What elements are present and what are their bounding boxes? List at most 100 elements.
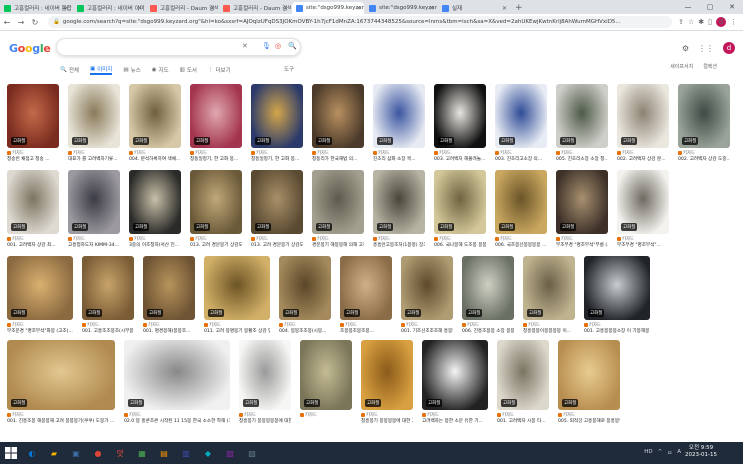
result-caption[interactable]: 3중의 이조청자(서산 진... (129, 242, 181, 248)
result-thumbnail[interactable]: 고화질 (373, 170, 425, 234)
tab-close-icon[interactable]: ✕ (429, 5, 434, 12)
url-field[interactable]: 🔒 google.com/search?q=site:"dsgo999.keyz… (48, 16, 673, 28)
result-caption[interactable]: 013. 고려 경문봉기 상감도... (251, 242, 303, 248)
browser-tab-3[interactable]: 고흥컬러리 - Daum 검색 ✕ (219, 2, 291, 14)
taskbar-app-icon[interactable]: ▧ (220, 445, 240, 461)
result-thumbnail[interactable]: 고화질 (239, 340, 291, 410)
result-thumbnail[interactable]: 고화질 (340, 256, 392, 320)
maximize-icon[interactable]: ▢ (699, 0, 721, 14)
taskbar-app-icon[interactable]: ▤ (154, 445, 174, 461)
lens-icon[interactable]: ◎ (275, 42, 281, 50)
result-caption[interactable]: 부조무경 "명조부석"부름 (고조)... (556, 242, 608, 248)
tab-close-icon[interactable]: ✕ (356, 5, 361, 12)
tab-close-icon[interactable]: ✕ (210, 5, 215, 12)
result-caption[interactable]: 청흥봉봉이봉봉봉봉 이... (523, 328, 575, 334)
result-thumbnail[interactable]: 고화질 (190, 84, 242, 148)
result-thumbnail[interactable]: 고화질 (617, 170, 669, 234)
result-caption[interactable]: 001. 고흥봉봉봉소장 이 기봉해봉 상감 ... (584, 328, 650, 334)
google-logo[interactable]: Google (9, 42, 51, 55)
result-thumbnail[interactable]: 고화질 (584, 256, 650, 320)
result-thumbnail[interactable]: 고화질 (434, 84, 486, 148)
result-caption[interactable]: 청동리가 한국해법 의... (312, 156, 364, 162)
result-thumbnail[interactable]: 고화질 (558, 340, 620, 410)
result-caption[interactable]: 003. 고려백자 해볼려놀... (434, 156, 486, 162)
result-caption[interactable]: 청동일정기, 한 고화 봉... (251, 156, 303, 162)
result-thumbnail[interactable]: 고화질 (190, 170, 242, 234)
result-caption[interactable]: 청송빈 채점고 청송 ... (7, 156, 59, 162)
result-caption[interactable]: 002. 고려백자 상감 분... (617, 156, 669, 162)
result-caption[interactable]: 004. 봉봉조조봉(시봉... (279, 328, 331, 334)
result-thumbnail[interactable]: 고화질 (462, 256, 514, 320)
result-thumbnail[interactable]: 고화질 (204, 256, 270, 320)
browser-tab-1[interactable]: 고흥컬러리 : 네이버 이미지 ✕ (73, 2, 145, 14)
result-caption[interactable]: 003. 진초리고소장 의... (495, 156, 547, 162)
tray-icon[interactable]: A (677, 449, 681, 457)
result-thumbnail[interactable]: 고화질 (312, 84, 364, 148)
sidepanel-icon[interactable]: ▯ (708, 18, 712, 26)
browser-tab-5[interactable]: site:"dsgo999.keyzard.org"✕ (365, 2, 437, 14)
tools-button[interactable]: 도구 (284, 65, 294, 73)
result-caption[interactable]: 001. 고려백자 상감 최... (7, 242, 59, 248)
result-caption[interactable]: 001. 진흥조봉 해봉봉해 고려 봉봉봉기(쿠쿠) 도봉가 ... (7, 418, 115, 424)
result-caption[interactable]: 경문봉기 해봉봉해 의해 고청... (312, 242, 364, 248)
result-caption[interactable]: 013. 고려 경문봉기 상감도... (190, 242, 242, 248)
taskbar-app-icon[interactable]: 앗 (110, 445, 130, 461)
taskbar-app-icon[interactable]: ▰ (44, 445, 64, 461)
result-thumbnail[interactable]: 고화질 (373, 84, 425, 148)
minimize-icon[interactable]: — (677, 0, 699, 14)
result-caption[interactable]: 02.0 봉 홍콘조콘 시작된 11 15봉 한국 소소한 학해 (기... (124, 418, 230, 424)
search-tab-0[interactable]: 🔍 전체 (60, 64, 79, 75)
tray-icon[interactable]: ^ (658, 449, 663, 457)
result-caption[interactable]: 011. 고려 봉명봉기 봉황조 상감 양... (204, 328, 270, 334)
extensions-icon[interactable]: ✱ (698, 18, 704, 26)
search-tab-4[interactable]: ▥ 도서 (180, 64, 197, 75)
result-caption[interactable]: 조봉봉조봉조봉... (340, 328, 392, 334)
result-thumbnail[interactable]: 고화질 (82, 256, 134, 320)
account-avatar[interactable]: d (723, 42, 735, 54)
result-thumbnail[interactable]: 고화질 (495, 84, 547, 148)
tray-icon[interactable]: HD (644, 449, 652, 457)
new-tab-button[interactable]: + (515, 2, 523, 14)
result-caption[interactable]: 고려백자는 봉한 소문 유한 기... (422, 418, 488, 424)
browser-tab-2[interactable]: 고흥컬러리 - Daum 검색 ✕ (146, 2, 218, 14)
result-thumbnail[interactable]: 고화질 (401, 256, 453, 320)
result-caption[interactable]: 부조문경 "명조부석"화봉 (고조)... (7, 328, 73, 334)
result-caption[interactable]: 002. 고려백자 상감 도중... (678, 156, 730, 162)
result-caption[interactable]: 청동일정기, 한 고화 봉... (190, 156, 242, 162)
result-thumbnail[interactable]: 고화질 (617, 84, 669, 148)
result-caption[interactable]: 005. 진초리소장 소장 청... (556, 156, 608, 162)
result-caption[interactable]: 005. 퇴적강 고흥봉해로 봉흥봉연해의해 (초시비) 크... (558, 418, 620, 424)
taskbar-app-icon[interactable]: ◆ (198, 445, 218, 461)
result-thumbnail[interactable]: 고화질 (422, 340, 488, 410)
result-thumbnail[interactable]: 고화질 (497, 340, 549, 410)
browser-tab-6[interactable]: 실재 ✕ (438, 2, 510, 14)
clear-icon[interactable]: ✕ (242, 42, 248, 50)
collections-button[interactable]: 컬렉션 (703, 63, 717, 70)
apps-grid-icon[interactable]: ⋮⋮ (698, 44, 714, 53)
result-caption[interactable]: 흥흥안고봉조처(1봉정) 장크... (373, 242, 425, 248)
safe-search-button[interactable]: 세이프서치 (670, 63, 693, 70)
result-caption[interactable]: 001. 명경봉해(봉봉조... (143, 328, 195, 334)
result-thumbnail[interactable]: 고화질 (124, 340, 230, 410)
star-icon[interactable]: ☆ (688, 18, 694, 26)
result-thumbnail[interactable]: 고화질 (556, 84, 608, 148)
result-thumbnail[interactable]: 고화질 (312, 170, 364, 234)
result-caption[interactable]: 진초리 삼화 소장 목... (373, 156, 425, 162)
result-caption[interactable]: 청흥봉기 봉봉봉봉봉에 대한 고청문학 - 4. 고려 청흥봉기 ... (239, 418, 291, 424)
result-thumbnail[interactable]: 고화질 (678, 84, 730, 148)
result-caption[interactable]: 001. 기조선조조조해 흥봉봉해봉봉(고조도 ... (401, 328, 453, 334)
result-caption[interactable]: 부조무경 "명조부석"... (617, 242, 669, 248)
search-tab-3[interactable]: ◉ 지도 (152, 64, 169, 75)
result-caption[interactable]: 대표가 를 고려백자기류... (68, 156, 120, 162)
taskbar-app-icon[interactable]: ▥ (176, 445, 196, 461)
result-thumbnail[interactable]: 고화질 (361, 340, 413, 410)
result-thumbnail[interactable]: 고화질 (129, 170, 181, 234)
result-caption[interactable]: 006. 국조봉신봉봉봉봉 ... (495, 242, 547, 248)
mic-icon[interactable]: 🎙 (262, 42, 271, 50)
search-tab-2[interactable]: ▤ 뉴스 (123, 64, 140, 75)
settings-gear-icon[interactable]: ⚙ (682, 44, 689, 53)
menu-icon[interactable]: ⋮ (730, 18, 737, 26)
result-thumbnail[interactable]: 고화질 (300, 340, 352, 410)
result-caption[interactable]: 004. 분석하록하여 색채... (129, 156, 181, 162)
share-icon[interactable]: ⇪ (678, 18, 684, 26)
